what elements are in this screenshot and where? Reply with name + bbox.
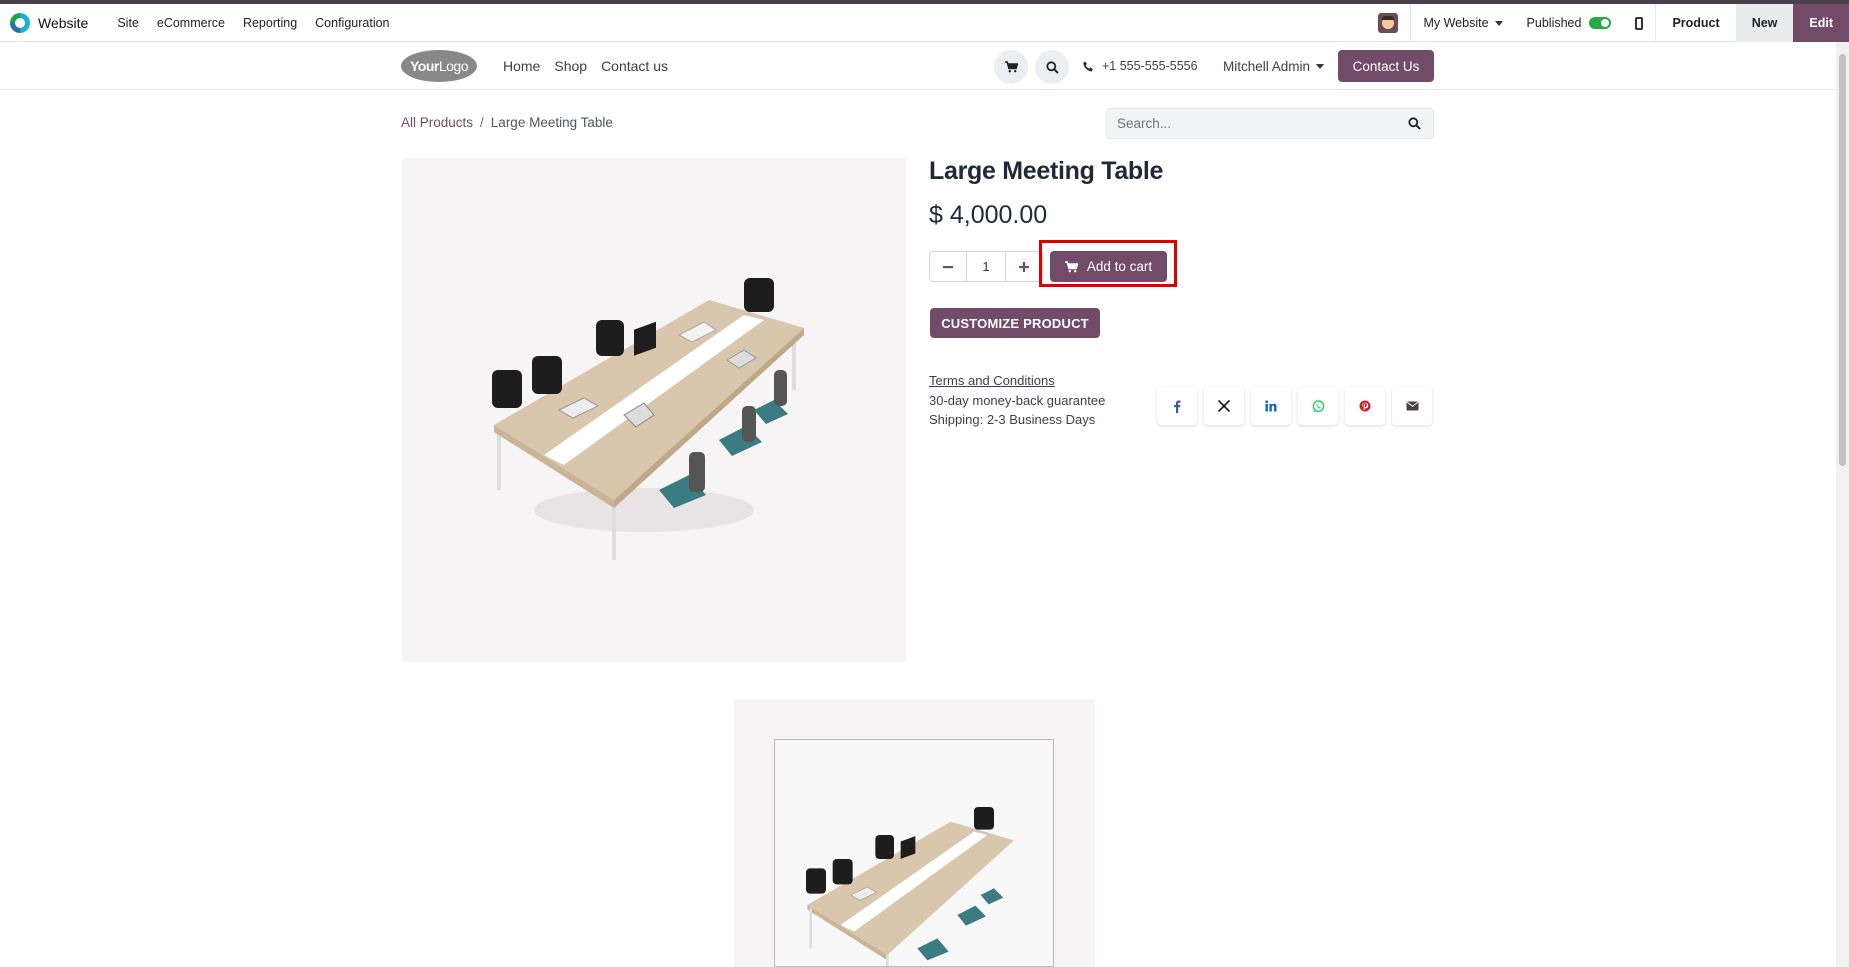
breadcrumb-current: Large Meeting Table [490, 115, 613, 130]
header-phone[interactable]: +1 555-555-5556 [1083, 42, 1198, 90]
share-pinterest-button[interactable] [1345, 387, 1385, 425]
website-header: Your Logo Home Shop Contact us +1 555-555… [0, 42, 1836, 90]
share-email-button[interactable] [1392, 387, 1432, 425]
search-input[interactable] [1107, 109, 1387, 138]
linkedin-icon [1265, 400, 1277, 412]
search-icon [1045, 60, 1059, 74]
published-toggle[interactable]: Published [1515, 4, 1624, 42]
plus-icon [1019, 261, 1029, 272]
share-x-button[interactable] [1204, 387, 1244, 425]
customize-product-button[interactable]: CUSTOMIZE PRODUCT [930, 308, 1100, 338]
menu-ecommerce[interactable]: eCommerce [148, 16, 234, 30]
breadcrumb: All Products / Large Meeting Table [401, 115, 613, 130]
phone-icon [1083, 61, 1093, 71]
product-search [1106, 108, 1434, 139]
scrollbar-thumb[interactable] [1839, 54, 1846, 466]
avatar [1378, 13, 1399, 33]
website-selector[interactable]: My Website [1411, 4, 1514, 42]
user-menu[interactable]: Mitchell Admin [1223, 42, 1325, 90]
share-facebook-button[interactable] [1157, 387, 1197, 425]
x-icon [1218, 400, 1230, 412]
site-logo[interactable]: Your Logo [401, 50, 477, 82]
product-title: Large Meeting Table [929, 157, 1164, 185]
decrease-quantity-button[interactable] [930, 252, 966, 281]
add-to-cart-label: Add to cart [1086, 259, 1153, 274]
minus-icon [943, 265, 953, 268]
user-avatar-button[interactable] [1366, 4, 1410, 42]
new-button[interactable]: New [1735, 4, 1794, 42]
nav-contact[interactable]: Contact us [601, 58, 668, 74]
quantity-stepper [929, 251, 1043, 282]
quantity-input[interactable] [966, 252, 1006, 281]
backend-navbar: Website Site eCommerce Reporting Configu… [0, 4, 1849, 42]
backend-menu: Site eCommerce Reporting Configuration [108, 16, 398, 30]
extra-product-image[interactable] [774, 739, 1054, 967]
add-to-cart-button[interactable]: Add to cart [1050, 251, 1167, 282]
header-search-button[interactable] [1035, 50, 1069, 84]
backend-right-controls: My Website Published Product New Edit [1366, 4, 1849, 42]
user-name: Mitchell Admin [1223, 58, 1311, 74]
cart-icon [1004, 61, 1018, 73]
pinterest-icon [1359, 400, 1371, 412]
product-button[interactable]: Product [1656, 4, 1735, 42]
terms-link[interactable]: Terms and Conditions [929, 371, 1105, 391]
cart-icon [1064, 260, 1078, 272]
website-selector-label: My Website [1423, 16, 1489, 30]
product-terms: Terms and Conditions 30-day money-back g… [929, 371, 1105, 430]
share-whatsapp-button[interactable] [1298, 387, 1338, 425]
whatsapp-icon [1312, 399, 1324, 412]
nav-home[interactable]: Home [503, 58, 540, 74]
website-app-icon[interactable] [10, 12, 30, 33]
caret-down-icon [1494, 20, 1503, 26]
nav-shop[interactable]: Shop [554, 58, 587, 74]
product-image[interactable] [402, 158, 906, 662]
contact-us-button[interactable]: Contact Us [1338, 50, 1434, 82]
menu-configuration[interactable]: Configuration [306, 16, 398, 30]
guarantee-text: 30-day money-back guarantee [929, 392, 1106, 408]
increase-quantity-button[interactable] [1006, 252, 1042, 281]
shipping-text: Shipping: 2-3 Business Days [929, 412, 1096, 427]
page-scrollbar[interactable] [1836, 42, 1849, 967]
logo-bold-text: Your [409, 58, 439, 74]
search-icon[interactable] [1408, 117, 1421, 130]
caret-down-icon [1316, 63, 1325, 69]
phone-number: +1 555-555-5556 [1102, 59, 1198, 73]
edit-button[interactable]: Edit [1793, 4, 1849, 42]
logo-text: Logo [438, 58, 469, 74]
meeting-table-thumbnail [806, 807, 1014, 966]
share-linkedin-button[interactable] [1251, 387, 1291, 425]
published-label: Published [1526, 16, 1582, 30]
cart-button[interactable] [994, 50, 1028, 84]
breadcrumb-all-products[interactable]: All Products [401, 115, 473, 130]
product-price: $ 4,000.00 [929, 201, 1048, 229]
menu-site[interactable]: Site [108, 16, 148, 30]
breadcrumb-separator: / [480, 115, 484, 130]
mobile-preview-button[interactable] [1623, 4, 1655, 42]
toggle-switch[interactable] [1589, 17, 1612, 29]
mobile-icon [1635, 16, 1644, 30]
share-buttons [1157, 387, 1432, 425]
meeting-table-illustration [492, 278, 804, 560]
main-nav: Home Shop Contact us [503, 42, 682, 90]
email-icon [1405, 401, 1419, 411]
menu-reporting[interactable]: Reporting [234, 16, 306, 30]
facebook-icon [1174, 400, 1181, 413]
app-name[interactable]: Website [38, 15, 88, 31]
